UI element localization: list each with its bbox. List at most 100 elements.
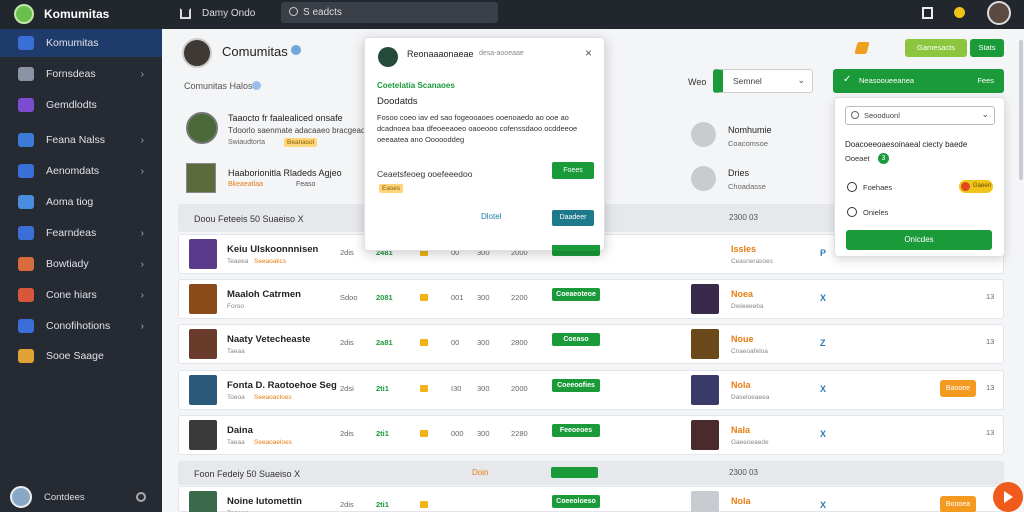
crown-icon [420, 385, 428, 392]
option-toggle[interactable]: Gaeen [959, 180, 993, 193]
row-n5: 2280 [511, 429, 528, 438]
row-status-badge[interactable]: Coeeoofies [552, 379, 600, 392]
row-n4: 300 [477, 429, 490, 438]
row-right-name[interactable]: Noea [731, 289, 753, 299]
notification-icon[interactable] [954, 7, 965, 18]
verified-icon [291, 45, 301, 55]
row-end: 13 [986, 292, 995, 301]
row-right-sub: Ceasnerasoes [731, 258, 773, 265]
create-button[interactable]: ✓ Neasooueeanea Fees [833, 69, 1004, 93]
menu-label[interactable]: Damy Ondo [202, 8, 255, 19]
sidebar-item-label: Cone hiars [46, 289, 97, 301]
search-icon [289, 7, 298, 16]
row-mark[interactable]: Z [820, 338, 826, 348]
games-button[interactable]: Gamesacts [905, 39, 967, 57]
sidebar-item-8[interactable]: Cone hiars › [0, 281, 162, 309]
row-action-button[interactable]: Baooee [940, 380, 976, 397]
sidebar-item-10[interactable]: Sooe Saage [0, 342, 162, 370]
row-right-thumb [691, 420, 719, 450]
dropdown-search[interactable]: Seooduonl ⌄ [845, 106, 995, 125]
sidebar-item-4[interactable]: Aenomdats › [0, 157, 162, 185]
app-logo[interactable] [14, 4, 34, 24]
row-name[interactable]: Noine Iutomettin [227, 496, 302, 507]
sidebar-footer-avatar[interactable] [10, 486, 32, 508]
row-mark[interactable]: X [820, 293, 826, 303]
floating-action-button[interactable] [993, 482, 1023, 512]
modal-ok-button[interactable]: Daadeer [552, 210, 594, 226]
modal-chip[interactable]: Foees [552, 162, 594, 179]
row-right-name[interactable]: Noue [731, 334, 754, 344]
sidebar-item-label: Aenomdats [46, 165, 100, 177]
create-button-label: Neasooueeanea [859, 76, 915, 85]
row-status-badge[interactable]: Coeaso [552, 333, 600, 346]
modal-link[interactable]: Coetelatia Scanaoes [377, 81, 455, 90]
sidebar-item-2[interactable]: Gemdlodts [0, 91, 162, 119]
row-name[interactable]: Fonta D. Raotoehoe Seg [227, 380, 337, 391]
option-radio-2[interactable] [847, 207, 857, 217]
row-thumb [189, 284, 217, 314]
section-date-2: 2300 03 [729, 468, 758, 477]
row-action-button[interactable]: Boooea [940, 496, 976, 512]
community-icon [18, 36, 34, 50]
row-n2: 2a81 [376, 338, 393, 347]
option-1-label[interactable]: Foehaes [863, 183, 892, 192]
row-name[interactable]: Naaty Vetecheaste [227, 334, 310, 345]
row-right-name[interactable]: Nola [731, 496, 751, 506]
row-right-name[interactable]: Nala [731, 425, 750, 435]
home-icon[interactable] [180, 8, 191, 19]
scrollbar[interactable] [1019, 40, 1023, 180]
person-sub: Coacomsoe [728, 139, 769, 148]
row-end: 13 [986, 337, 995, 346]
row-mark[interactable]: P [820, 248, 826, 258]
modal-body: Fosoo coeo iav ed sao fogeooaoes ooenoae… [377, 113, 578, 144]
sidebar-item-7[interactable]: Bowtiady › [0, 250, 162, 278]
option-2-label[interactable]: Onieles [863, 208, 888, 217]
close-icon[interactable]: × [585, 46, 592, 60]
sidebar-item-1[interactable]: Fornsdeas › [0, 60, 162, 88]
row-n1: 2dis [340, 500, 354, 509]
row-mark[interactable]: X [820, 500, 826, 510]
user-avatar[interactable] [987, 1, 1011, 25]
row-name[interactable]: Daina [227, 425, 253, 436]
row-name[interactable]: Maaloh Catrmen [227, 289, 301, 300]
crown-icon [420, 294, 428, 301]
row-mark[interactable]: X [820, 384, 826, 394]
sidebar-item-5[interactable]: Aoma tiog [0, 188, 162, 216]
row-n1: Sdoo [340, 293, 358, 302]
row-sub: Teaeea [227, 258, 249, 265]
sidebar-item-label: Bowtiady [46, 258, 89, 270]
post-sub: Swiaudtorta [228, 139, 265, 146]
row-right-name[interactable]: Issles [731, 244, 756, 254]
stats-button[interactable]: Stats [970, 39, 1004, 57]
row-n5: 2200 [511, 293, 528, 302]
row-status-badge[interactable]: Coeaeoteoe [552, 288, 600, 301]
toggle-knob [961, 182, 970, 191]
sidebar-item-0[interactable]: Komumitas [0, 29, 162, 57]
row-n5: 2800 [511, 338, 528, 347]
row-right-name[interactable]: Nola [731, 380, 751, 390]
play-icon [1004, 491, 1013, 503]
filter-select[interactable]: Semnel ⌄ [713, 69, 813, 93]
search-input[interactable]: S eadcts [281, 2, 498, 23]
settings-icon[interactable] [136, 492, 146, 502]
post-title-2: Haaborionitla Rladeds Agjeo [228, 168, 342, 178]
row-right-thumb [691, 284, 719, 314]
dropdown-apply-button[interactable]: Onicdes [846, 230, 992, 250]
row-end: 13 [986, 383, 995, 392]
top-bar: Komumitas Damy Ondo S eadcts [0, 0, 1024, 29]
row-name[interactable]: Keiu Ulskoonnnisen [227, 244, 318, 255]
option-radio-1[interactable] [847, 182, 857, 192]
modal-cancel-button[interactable]: Dlotel [481, 212, 501, 221]
row-right-thumb [691, 491, 719, 512]
sidebar-item-6[interactable]: Fearndeas › [0, 219, 162, 247]
sidebar-item-label: Sooe Saage [46, 350, 104, 362]
row-n3: I30 [451, 384, 462, 393]
row-status-badge[interactable]: Feeoeoes [552, 424, 600, 437]
row-sub: Foroo [227, 303, 244, 310]
section-mid: Doin [472, 468, 489, 477]
sidebar-item-3[interactable]: Feana Nalss › [0, 126, 162, 154]
row-mark[interactable]: X [820, 429, 826, 439]
window-icon[interactable] [922, 7, 933, 19]
sidebar-item-9[interactable]: Conofihotions › [0, 312, 162, 340]
row-status-badge[interactable]: Coeeoloeso [552, 495, 600, 508]
